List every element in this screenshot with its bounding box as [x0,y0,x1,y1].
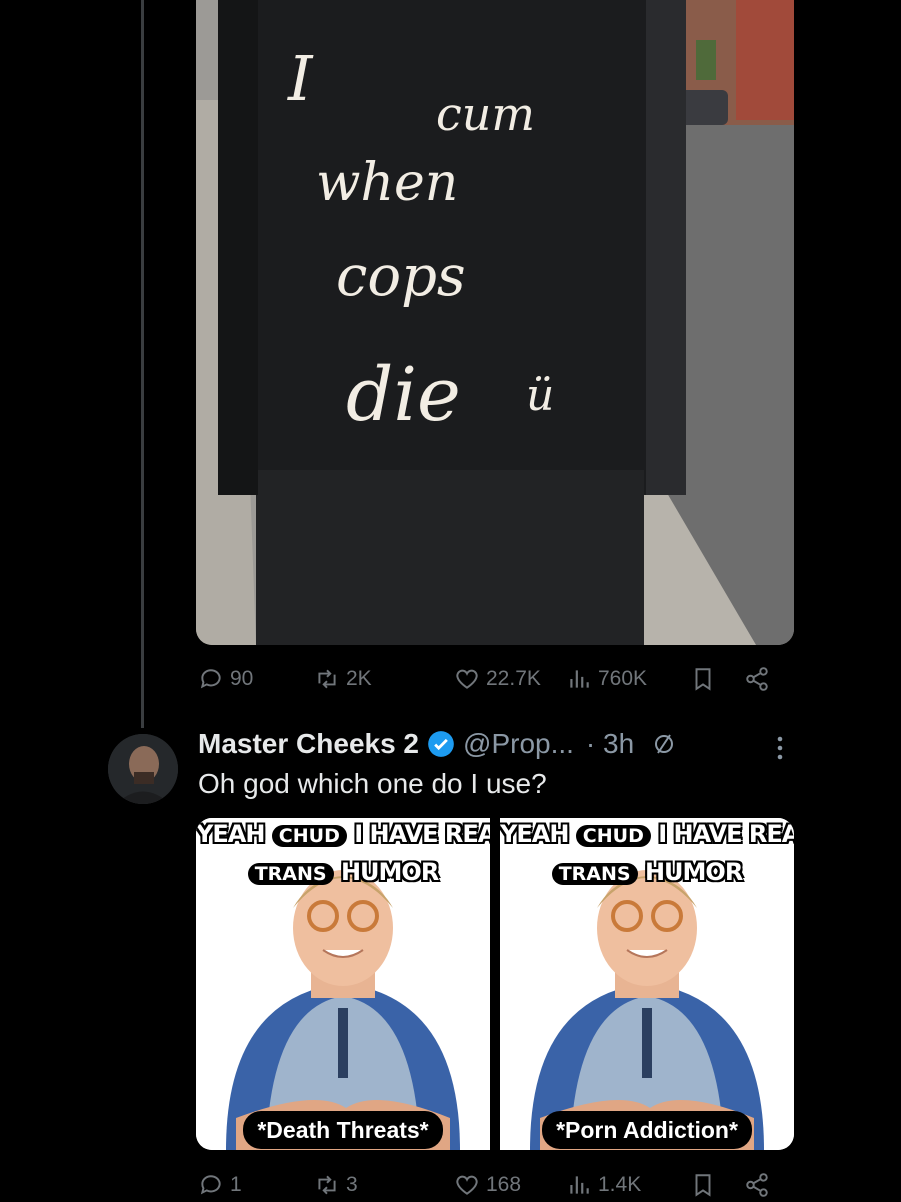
meme-word: HUMOR [340,858,439,886]
views-button[interactable]: 760K [566,666,647,692]
meme-word: I HAVE REALLY [354,820,490,848]
timestamp[interactable]: · 3h [586,728,634,760]
tweet-photo[interactable]: I cum when cops die ü [196,0,794,645]
graffiti-line: cops [336,244,466,309]
tweet-actions: 90 2K 22.7K 760K [196,666,786,696]
graffiti-line: cum [436,87,535,141]
views-icon [570,1176,589,1194]
reply-icon [200,1175,221,1195]
meme-word: YEAH [500,820,569,848]
graffiti-line: when [316,153,458,213]
meme-word: I HAVE REALLY [658,820,794,848]
media-image[interactable]: YEAH CHUD I HAVE REALLY TRANS HUMOR *Dea… [196,818,490,1150]
meme-second-line: TRANS HUMOR [500,858,794,886]
like-button[interactable]: 168 [454,1172,521,1198]
reply-header: Master Cheeks 2 @Prop... · 3h [198,728,676,760]
repost-icon [318,669,336,689]
meme-second-line: TRANS HUMOR [196,858,490,886]
media-image[interactable]: YEAH CHUD I HAVE REALLY TRANS HUMOR *Por… [500,818,794,1150]
more-icon[interactable] [770,734,790,762]
reply-count: 1 [230,1173,242,1196]
meme-chip: TRANS [551,863,638,885]
repost-icon [318,1175,336,1195]
display-name[interactable]: Master Cheeks 2 [198,728,419,760]
meme-top-text: YEAH CHUD I HAVE REALLY [500,820,794,848]
meme-caption-text: *Porn Addiction* [542,1111,752,1149]
repost-count: 2K [346,667,372,690]
user-handle[interactable]: @Prop... [463,728,574,760]
like-count: 22.7K [486,667,541,690]
repost-button[interactable]: 3 [314,1172,358,1198]
repost-count: 3 [346,1173,358,1196]
meme-word: YEAH [196,820,265,848]
thread-line [141,0,144,728]
reply-count: 90 [230,667,254,690]
repost-button[interactable]: 2K [314,666,372,692]
grok-icon[interactable] [652,732,676,756]
views-button[interactable]: 1.4K [566,1172,641,1198]
verified-badge-icon [428,731,454,757]
like-button[interactable]: 22.7K [454,666,541,692]
views-count: 1.4K [598,1173,642,1196]
meme-top-text: YEAH CHUD I HAVE REALLY [196,820,490,848]
like-count: 168 [486,1173,522,1196]
like-icon [456,1175,478,1195]
meme-caption: *Porn Addiction* [500,1111,794,1149]
meme-caption-text: *Death Threats* [243,1111,443,1149]
views-icon [570,670,589,688]
graffiti-line: die [346,352,461,438]
meme-chip: TRANS [247,863,334,885]
bookmark-icon [695,668,711,691]
reply-button[interactable]: 90 [198,666,253,692]
meme-caption: *Death Threats* [196,1111,490,1149]
reply-icon [200,669,221,689]
avatar[interactable] [108,734,178,804]
bookmark-icon [695,1174,711,1197]
meme-chip: CHUD [271,825,347,847]
bookmark-button[interactable] [690,1172,716,1198]
graffiti-line: ü [526,370,554,421]
reply-actions: 1 3 168 1.4K [196,1172,786,1202]
views-count: 760K [598,667,648,690]
like-icon [456,669,478,689]
share-button[interactable] [744,1172,770,1198]
graffiti-line: I [287,42,314,115]
share-icon [746,1173,768,1197]
bookmark-button[interactable] [690,666,716,692]
meme-word: HUMOR [644,858,743,886]
meme-chip: CHUD [575,825,651,847]
share-button[interactable] [744,666,770,692]
share-icon [746,667,768,691]
tweet-text: Oh god which one do I use? [198,768,547,799]
reply-button[interactable]: 1 [198,1172,242,1198]
